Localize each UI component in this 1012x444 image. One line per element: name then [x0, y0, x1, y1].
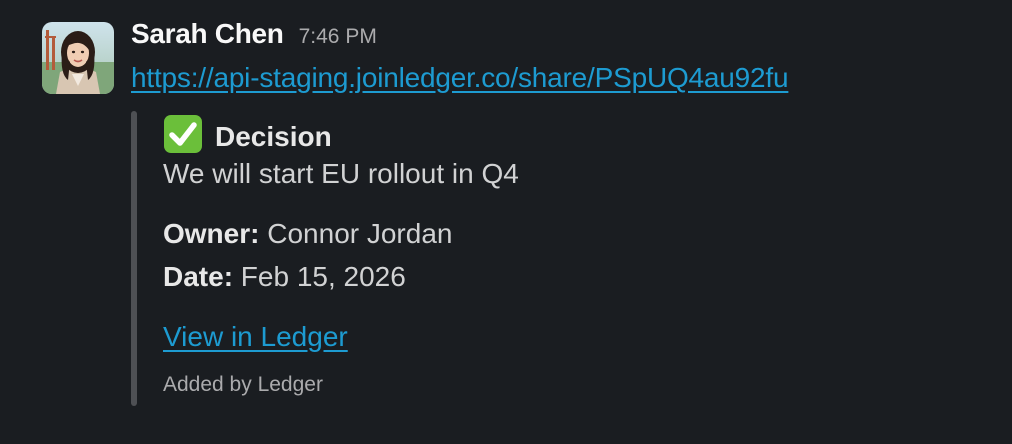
date-label: Date:	[163, 261, 234, 292]
attachment-footer: Added by Ledger	[163, 373, 323, 396]
owner-label: Owner:	[163, 218, 260, 249]
decision-label: Decision	[215, 120, 332, 152]
decision-text: We will start EU rollout in Q4	[163, 158, 519, 189]
check-mark-icon	[163, 114, 215, 159]
avatar[interactable]	[42, 22, 114, 94]
message: Sarah Chen 7:46 PM https://api-staging.j…	[0, 0, 1012, 444]
attachment-bar	[131, 111, 137, 406]
view-in-ledger-link[interactable]: View in Ledger	[163, 321, 348, 353]
unfurl-attachment: Decision We will start EU rollout in Q4 …	[131, 111, 831, 406]
shared-link[interactable]: https://api-staging.joinledger.co/share/…	[131, 62, 789, 94]
owner-field: Owner: Connor Jordan	[163, 218, 452, 250]
date-value: Feb 15, 2026	[240, 261, 406, 292]
message-timestamp[interactable]: 7:46 PM	[299, 25, 377, 49]
avatar-image	[42, 22, 114, 94]
date-field: Date: Feb 15, 2026	[163, 261, 406, 293]
sender-name[interactable]: Sarah Chen	[131, 18, 284, 50]
decision-title: Decision	[163, 114, 332, 159]
message-header: Sarah Chen 7:46 PM	[131, 18, 377, 58]
owner-value: Connor Jordan	[267, 218, 453, 249]
